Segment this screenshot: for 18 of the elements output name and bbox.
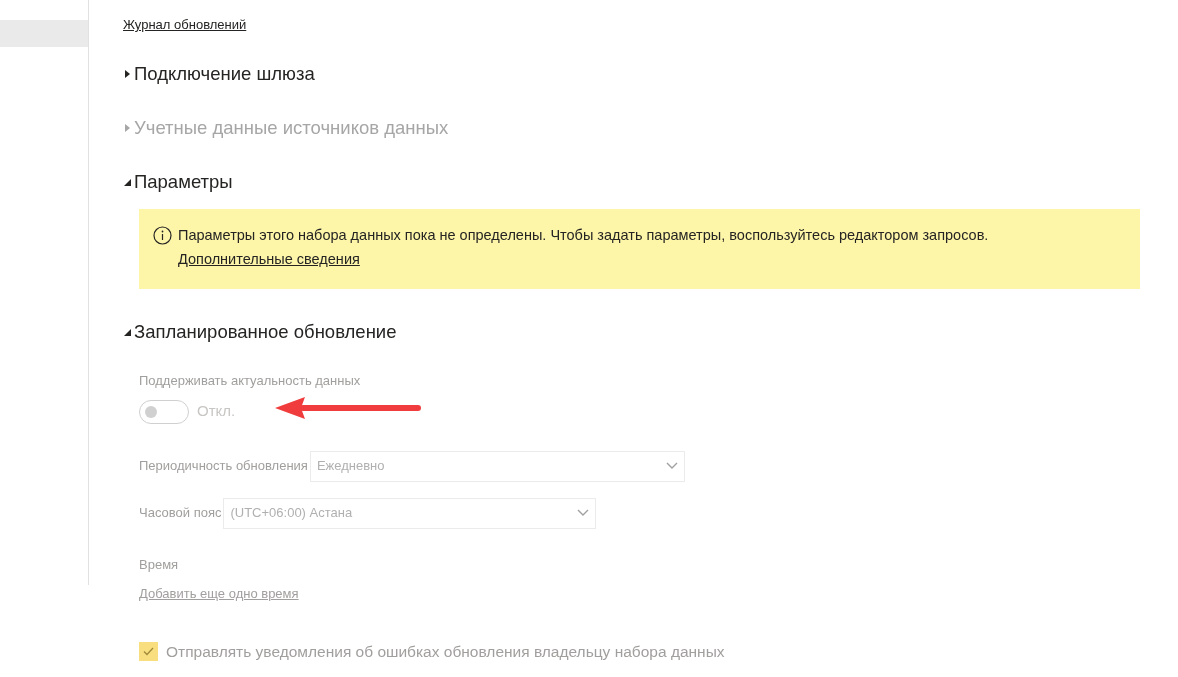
notify-owner-label: Отправлять уведомления об ошибках обновления владельцу набора данных bbox=[166, 641, 725, 662]
refresh-history-link[interactable]: Журнал обновлений bbox=[123, 17, 247, 32]
toggle-state-text: Откл. bbox=[197, 401, 236, 422]
section-heading[interactable]: Запланированное обновление bbox=[134, 318, 397, 346]
chevron-down-icon bbox=[665, 462, 678, 470]
time-label: Время bbox=[139, 555, 180, 574]
section-heading[interactable]: Подключение шлюза bbox=[134, 60, 315, 88]
keep-data-updated-label: Поддерживать актуальность данных bbox=[139, 372, 362, 390]
section-heading[interactable]: Параметры bbox=[134, 168, 233, 196]
info-icon bbox=[153, 226, 172, 245]
checkmark-icon bbox=[143, 646, 154, 656]
expand-triangle-icon[interactable] bbox=[123, 68, 132, 80]
chevron-down-icon bbox=[577, 509, 590, 517]
learn-more-link[interactable]: Дополнительные сведения bbox=[178, 251, 360, 267]
notify-checkbox[interactable] bbox=[139, 641, 158, 661]
info-message: Параметры этого набора данных пока не определены. Чтобы задать параметры, воспользуйтесь редактором запросов. Дополнительные сведения bbox=[178, 226, 990, 269]
refresh-frequency-label: Периодичность обновления bbox=[139, 457, 308, 476]
time-zone-label: Часовой пояс bbox=[139, 504, 222, 523]
